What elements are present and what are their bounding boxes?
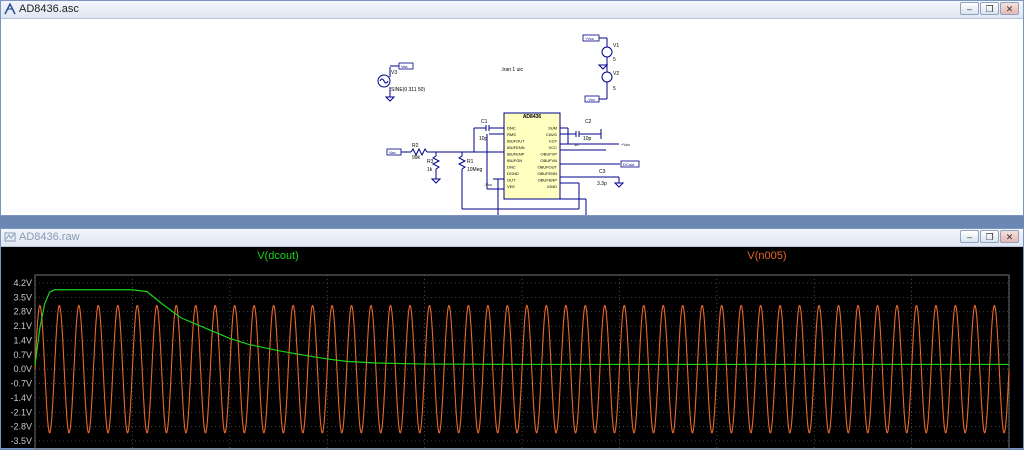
r2-value: 99k <box>412 155 421 161</box>
chip-pin-label: SUM <box>548 126 557 131</box>
y-tick-label: 2.1V <box>13 321 32 331</box>
schematic-title: AD8436.asc <box>19 3 79 15</box>
minimize-button[interactable]: – <box>960 230 979 243</box>
chip-pin-label: VCC <box>549 145 558 150</box>
r1-value: 10Meg <box>467 167 483 173</box>
restore-button[interactable]: ❐ <box>980 230 999 243</box>
v3-value: SINE(0 311 50) <box>391 87 425 93</box>
chip-pin-label: OBUFENN <box>537 171 557 176</box>
v1-name: V1 <box>613 43 619 49</box>
waveform-window: AD8436.raw – ❐ ✕ 4.2V 3.5V 2.8V 2.1V 1.4V 0.7… <box>0 228 1024 450</box>
waveform-titlebar[interactable]: AD8436.raw – ❐ ✕ <box>1 229 1023 247</box>
waveform-icon <box>4 232 16 242</box>
chip-name: AD8436 <box>523 114 542 120</box>
chip-pin-label: OBUFENP <box>538 178 558 183</box>
chip-pin-label: IBUFGN <box>507 158 522 163</box>
schematic-canvas[interactable]: Vac V3 SINE(0 311 50) .tran 1 uic +Vcc -… <box>1 19 1023 215</box>
chip-pin-label: IBUFENP <box>507 152 525 157</box>
c3-value: 3.3p <box>597 181 607 187</box>
trace-v-n005[interactable] <box>34 304 1010 434</box>
chip-pin-label: OBUFOUT <box>537 165 557 170</box>
net-label-vcc-bottom: -Vcc <box>587 97 595 102</box>
chip-pin-label: RMS <box>507 132 516 137</box>
close-button[interactable]: ✕ <box>1000 230 1019 243</box>
chip-pin-label: IBUFENN <box>507 145 525 150</box>
c2-value: 10p <box>583 136 592 142</box>
r3-name: R3 <box>427 159 434 165</box>
c4-value: 1u <box>574 142 578 147</box>
y-tick-label: 1.4V <box>13 335 32 345</box>
chip-pin-label: OBUFVN <box>540 158 557 163</box>
y-tick-label: -1.4V <box>10 393 32 403</box>
chip-pin-label: OUT <box>507 178 516 183</box>
ad8436-chip[interactable]: AD8436 DNCRMSIBUFOUTIBUFENNIBUFENPIBUFGN… <box>503 112 561 200</box>
net-label-vcc-right: +Vcc <box>621 142 630 147</box>
v1-value: 5 <box>613 57 616 63</box>
c3-name: C3 <box>599 169 606 175</box>
r3-value: 1k <box>427 167 433 173</box>
chip-pin-label: VEE <box>507 184 515 189</box>
r1-name: R1 <box>467 159 474 165</box>
y-tick-label: 0.0V <box>13 364 32 374</box>
close-button[interactable]: ✕ <box>1000 2 1019 15</box>
y-tick-label: 3.5V <box>13 292 32 302</box>
c1-value: 10p <box>479 136 488 142</box>
net-label-vac: Vac <box>401 64 408 69</box>
net-label-vac-input: Vac <box>389 150 396 155</box>
c2-name: C2 <box>585 119 592 125</box>
y-tick-label: 0.7V <box>13 350 32 360</box>
y-tick-label: 4.2V <box>13 278 32 288</box>
minimize-button[interactable]: – <box>960 2 979 15</box>
chip-pin-label: IGND <box>547 184 557 189</box>
y-tick-label: 2.8V <box>13 307 32 317</box>
c1-name: C1 <box>481 119 488 125</box>
chip-pin-label: OBUFVP <box>541 152 558 157</box>
schematic-window: AD8436.asc – ❐ ✕ Vac V3 SINE(0 311 50) .… <box>0 0 1024 216</box>
chip-pin-label: CAVG <box>546 132 557 137</box>
y-tick-label: -2.1V <box>10 407 32 417</box>
v2-name: V2 <box>613 71 619 77</box>
net-label-vcc-top: +Vcc <box>585 36 594 41</box>
supply-sources[interactable]: +Vcc -Vcc V1 5 V2 5 <box>582 34 619 103</box>
trace-label-n005[interactable]: V(n005) <box>747 250 786 262</box>
v2-value: 5 <box>613 86 616 92</box>
chip-pin-label: DGND <box>507 171 519 176</box>
chip-pin-label: DNC <box>507 165 516 170</box>
r2-name: R2 <box>412 143 419 149</box>
schematic-icon <box>4 3 16 15</box>
y-tick-label: -0.7V <box>10 379 32 389</box>
waveform-plot[interactable]: 4.2V 3.5V 2.8V 2.1V 1.4V 0.7V 0.0V -0.7V -1.4V -2… <box>1 247 1023 450</box>
schematic-titlebar[interactable]: AD8436.asc – ❐ ✕ <box>1 1 1023 19</box>
chip-pin-label: IBUFOUT <box>507 139 525 144</box>
v3-name: V3 <box>391 70 397 76</box>
net-label-vee: -Vcc <box>484 182 492 187</box>
waveform-title: AD8436.raw <box>19 231 80 243</box>
trace-label-dcout[interactable]: V(dcout) <box>257 250 299 262</box>
net-label-dcout: DCout <box>623 162 635 167</box>
restore-button[interactable]: ❐ <box>980 2 999 15</box>
y-tick-label: -3.5V <box>10 436 32 446</box>
tran-directive[interactable]: .tran 1 uic <box>501 67 523 73</box>
chip-pin-label: DNC <box>507 126 516 131</box>
y-tick-label: -2.8V <box>10 422 32 432</box>
v3-source[interactable]: Vac V3 SINE(0 311 50) <box>377 62 425 102</box>
chip-pin-label: CCF <box>549 139 558 144</box>
